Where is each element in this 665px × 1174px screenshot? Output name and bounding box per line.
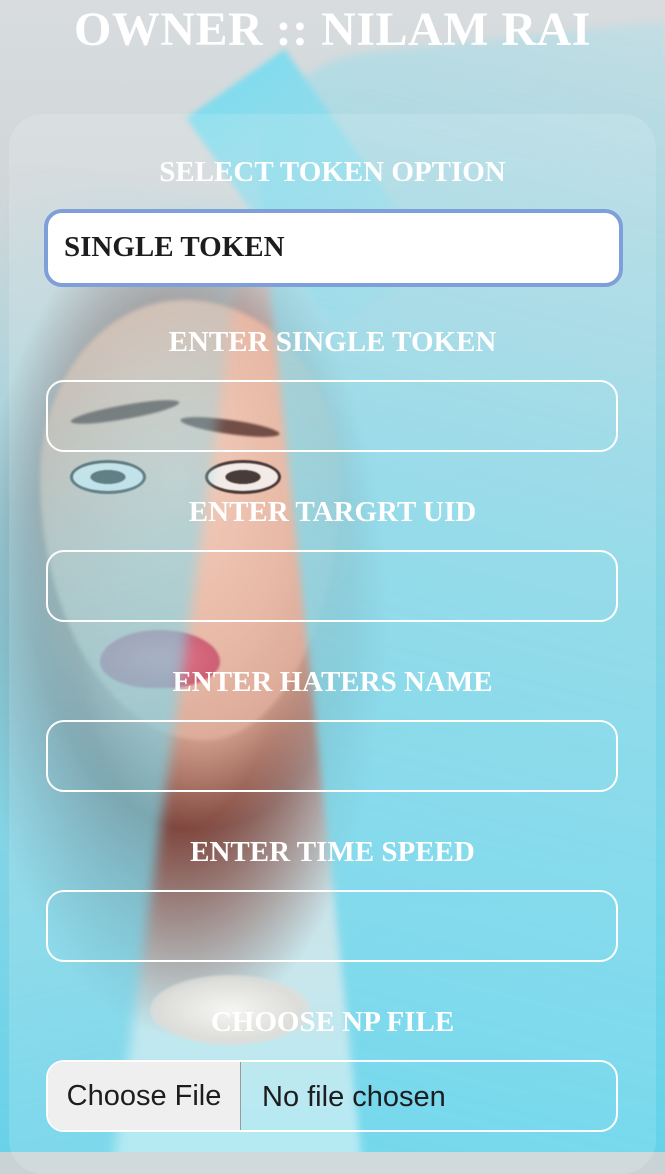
time-speed-input[interactable] xyxy=(46,890,618,962)
np-file-label: CHOOSE NP FILE xyxy=(210,1006,455,1038)
single-token-label: ENTER SINGLE TOKEN xyxy=(168,326,497,358)
single-token-input[interactable] xyxy=(46,380,618,452)
target-uid-label: ENTER TARGRT UID xyxy=(188,496,477,528)
haters-name-input[interactable] xyxy=(46,720,618,792)
target-uid-input[interactable] xyxy=(46,550,618,622)
choose-file-button[interactable]: Choose File xyxy=(48,1062,241,1130)
haters-name-label: ENTER HATERS NAME xyxy=(172,666,493,698)
page-title: OWNER :: NILAM RAI xyxy=(74,3,591,56)
token-option-label: SELECT TOKEN OPTION xyxy=(159,156,506,188)
file-status-text: No file chosen xyxy=(262,1081,446,1113)
token-option-select[interactable]: SINGLE TOKEN xyxy=(44,209,623,287)
np-file-input[interactable]: Choose File No file chosen xyxy=(46,1060,618,1132)
time-speed-label: ENTER TIME SPEED xyxy=(190,836,475,868)
token-option-selected-value: SINGLE TOKEN xyxy=(64,231,285,263)
